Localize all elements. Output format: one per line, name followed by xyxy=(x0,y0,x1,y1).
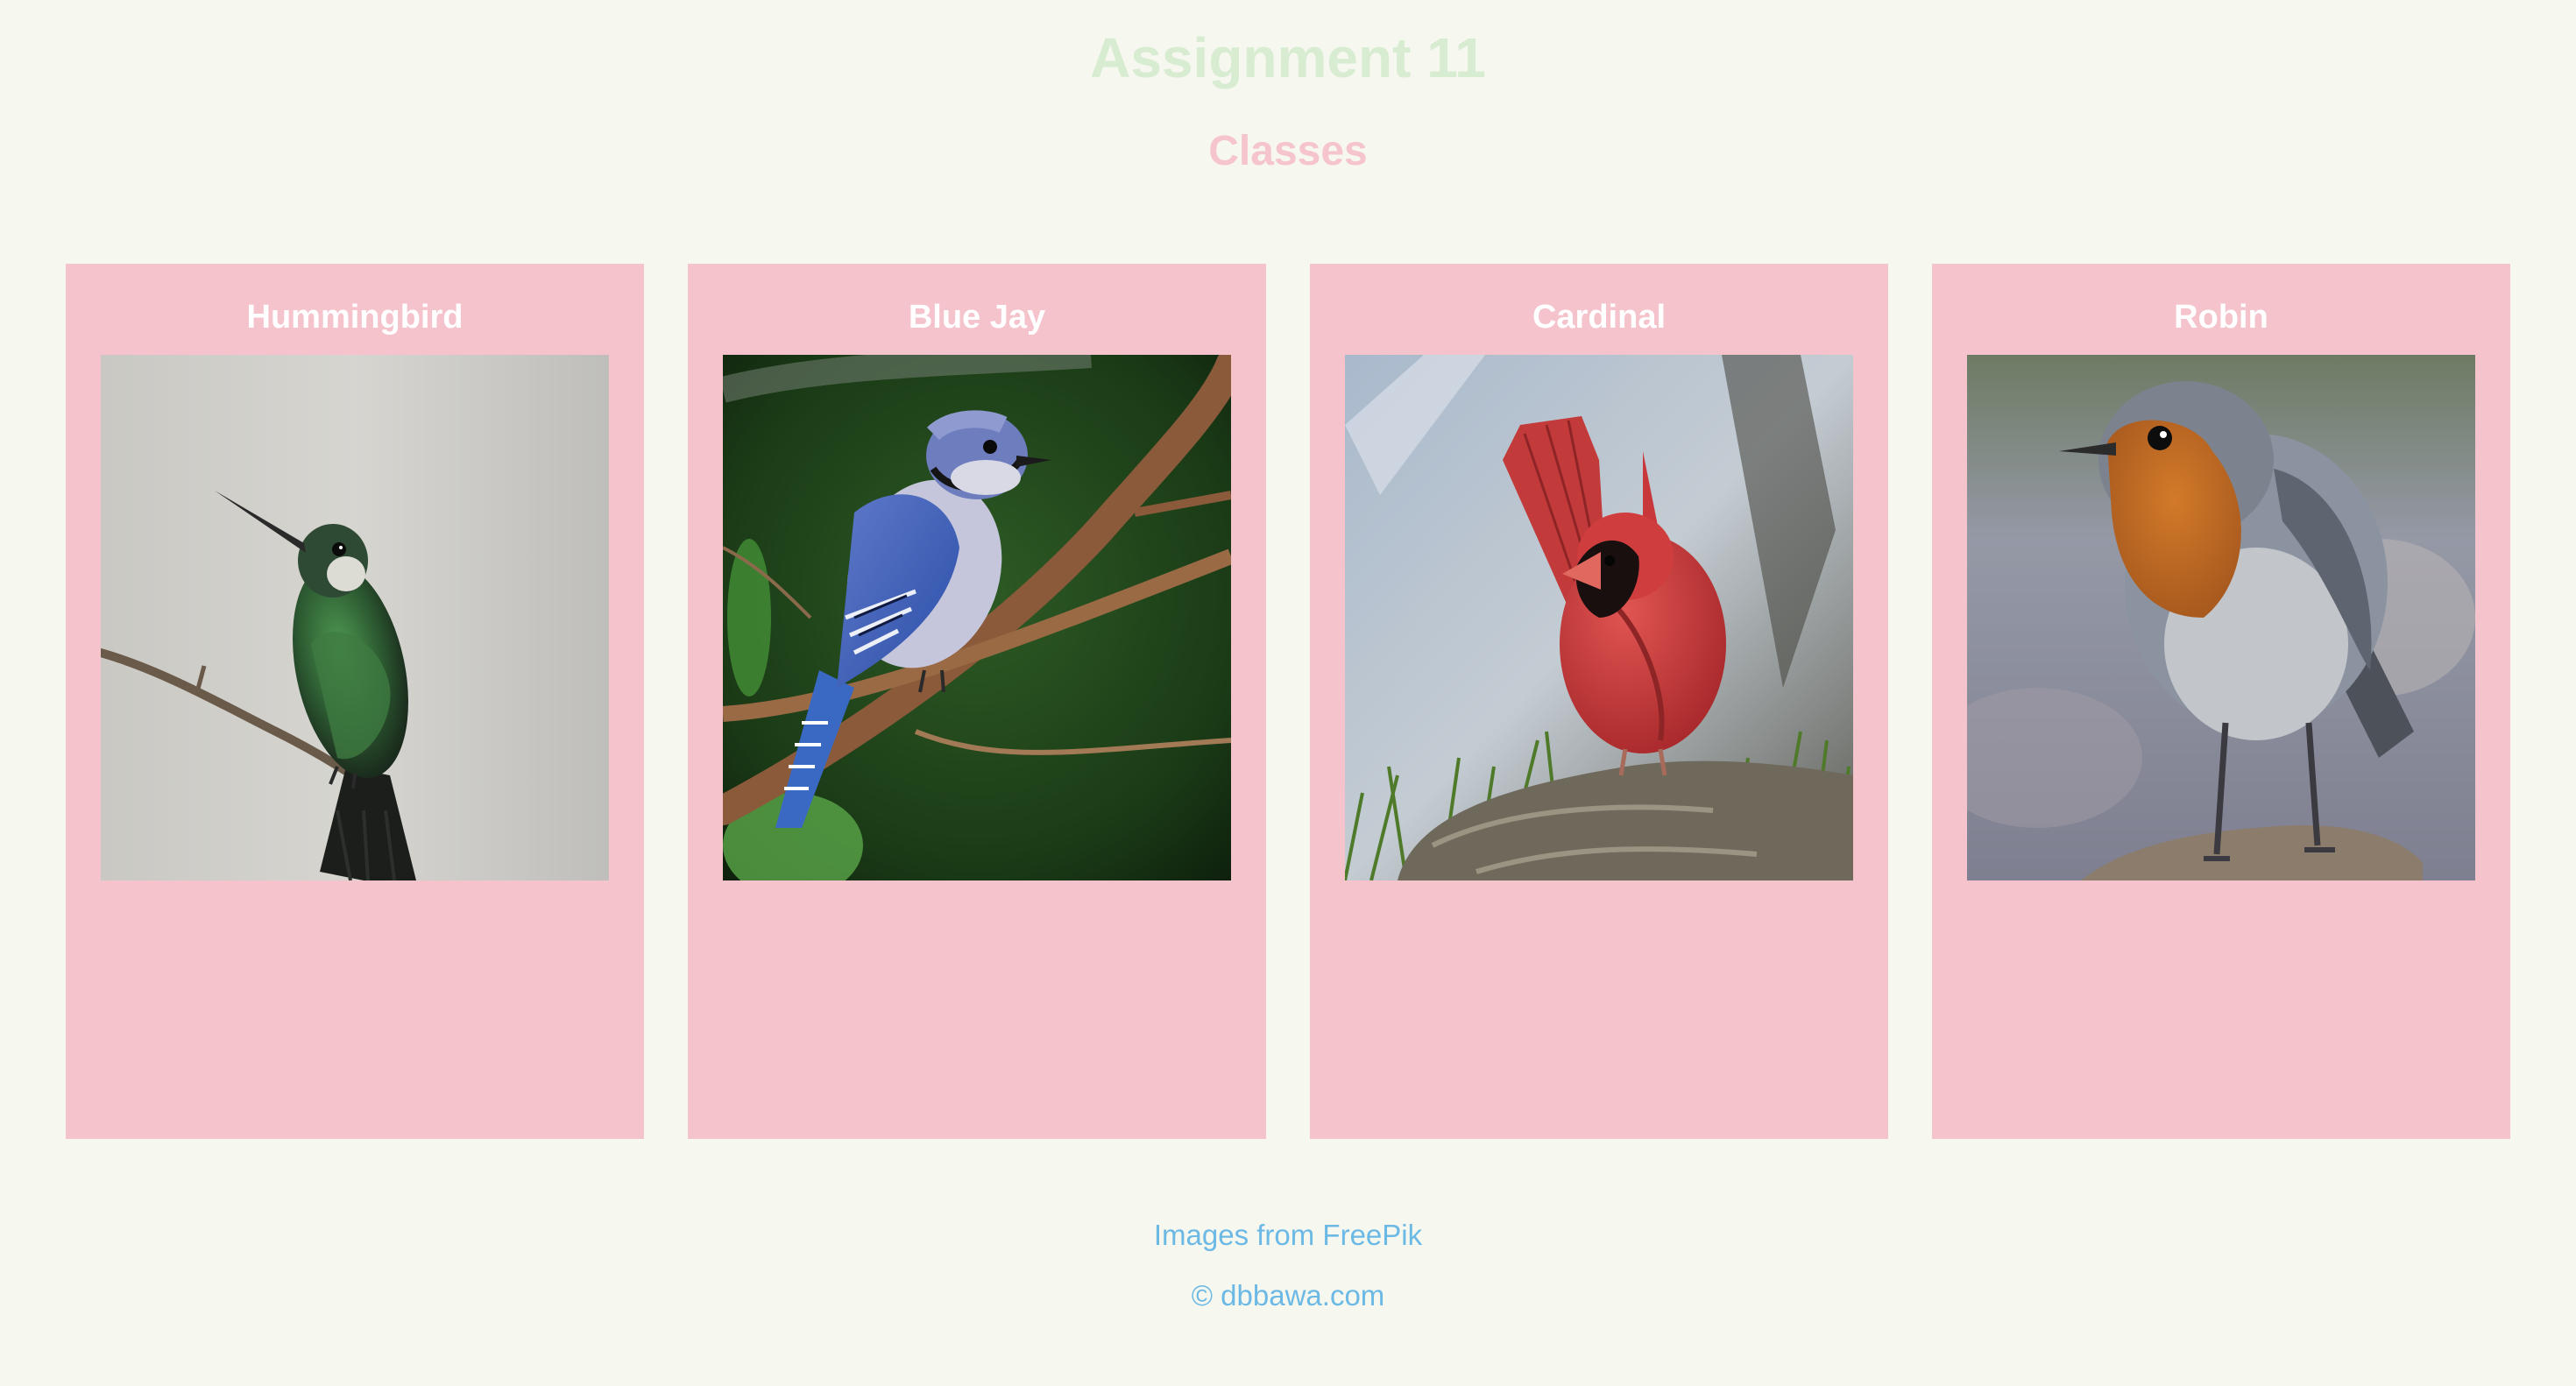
image-credit-link[interactable]: Images from FreePik xyxy=(0,1215,2576,1255)
cardinal-photo xyxy=(1345,355,1853,880)
copyright-link[interactable]: © dbbawa.com xyxy=(0,1276,2576,1316)
card-title: Cardinal xyxy=(1532,299,1667,336)
blue-jay-photo xyxy=(723,355,1231,880)
hummingbird-photo xyxy=(101,355,609,880)
card-title: Robin xyxy=(2174,299,2268,336)
bird-card-robin: Robin xyxy=(1932,264,2510,1139)
bird-card-hummingbird: Hummingbird xyxy=(66,264,644,1139)
page-subtitle: Classes xyxy=(1208,128,1368,174)
bird-card-blue-jay: Blue Jay xyxy=(688,264,1266,1139)
bird-cards: Hummingbird Blue Jay Cardinal Robin xyxy=(66,264,2510,1139)
page-title: Assignment 11 xyxy=(1090,26,1486,89)
card-title: Blue Jay xyxy=(908,299,1046,336)
bird-card-cardinal: Cardinal xyxy=(1310,264,1888,1139)
card-title: Hummingbird xyxy=(246,299,464,336)
robin-photo xyxy=(1967,355,2475,880)
